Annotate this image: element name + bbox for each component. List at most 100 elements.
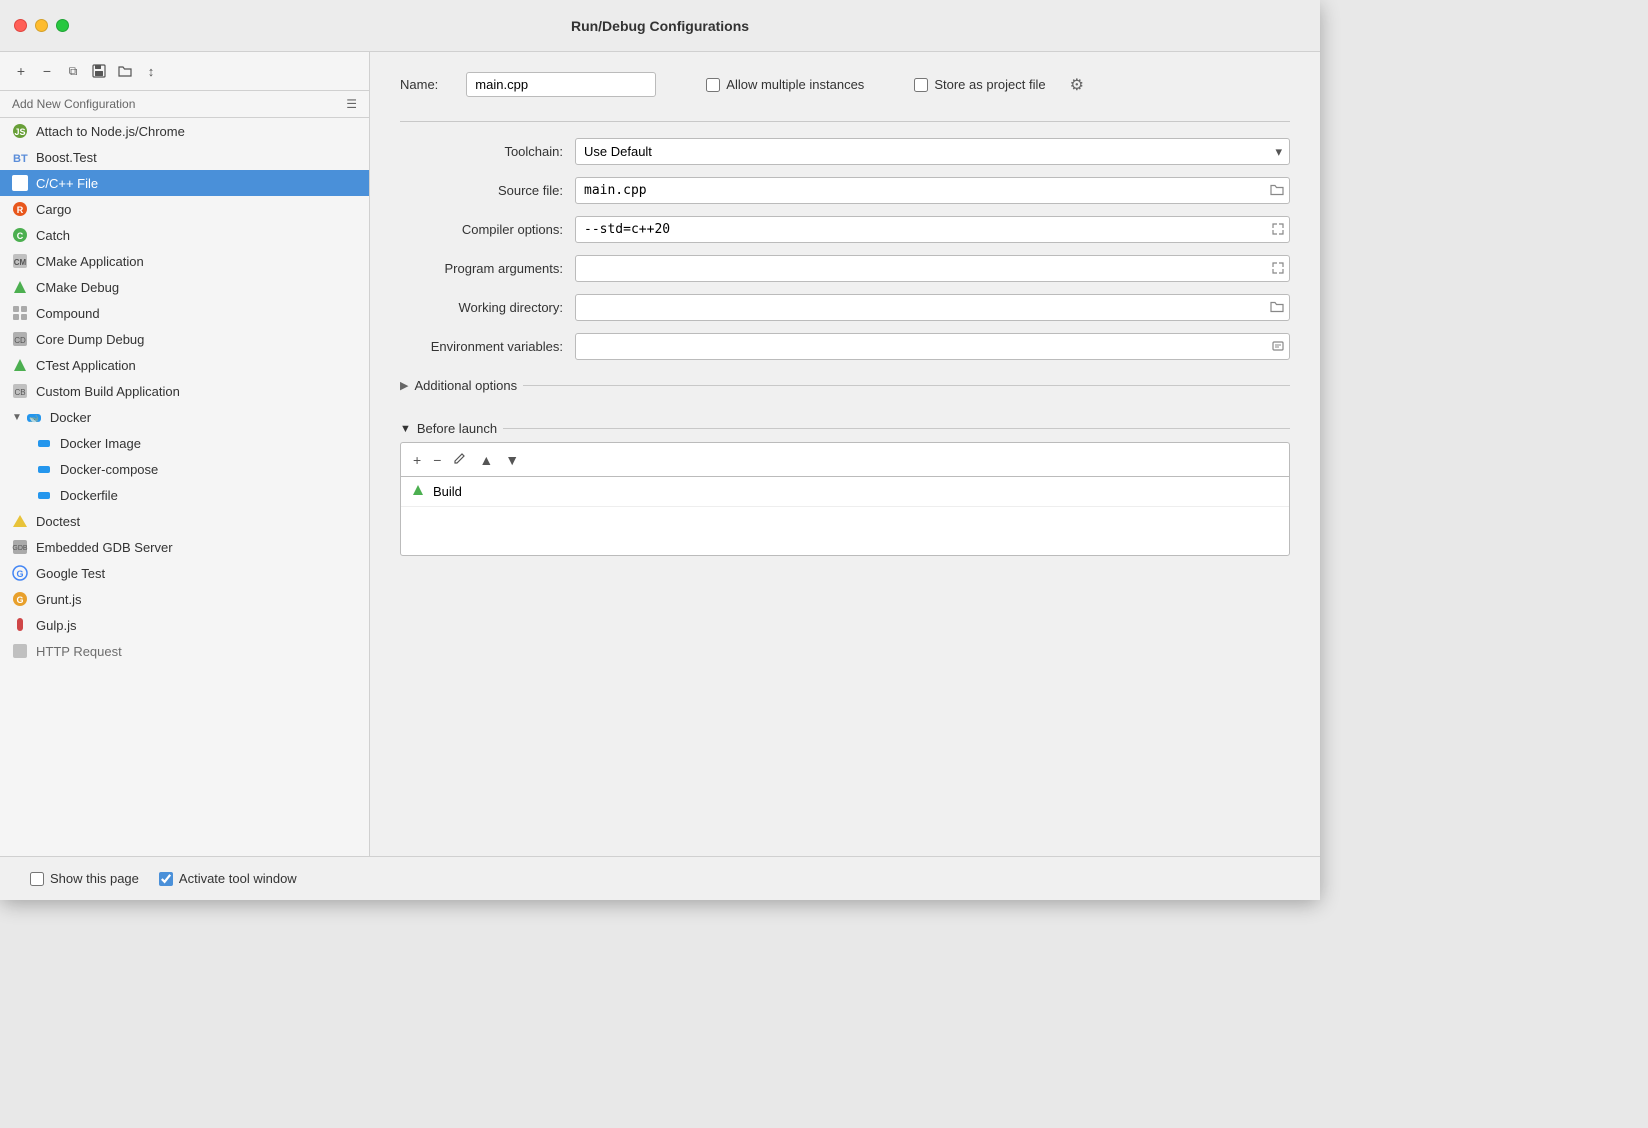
- additional-options-header[interactable]: ▶ Additional options: [400, 372, 1290, 399]
- before-launch-header[interactable]: ▼ Before launch: [400, 415, 1290, 442]
- sidebar-item-label: CMake Application: [36, 254, 144, 269]
- settings-gear-button[interactable]: ⚙: [1066, 75, 1088, 95]
- show-page-label: Show this page: [50, 871, 139, 886]
- show-page-checkbox[interactable]: [30, 872, 44, 886]
- sidebar-item-docker-image[interactable]: Docker Image: [0, 430, 369, 456]
- sidebar-item-core-dump[interactable]: CD Core Dump Debug: [0, 326, 369, 352]
- sidebar-item-cmake-app[interactable]: CM CMake Application: [0, 248, 369, 274]
- sidebar-item-label: Docker-compose: [60, 462, 158, 477]
- catch-icon: C: [12, 227, 28, 243]
- sidebar-item-google-test[interactable]: G Google Test: [0, 560, 369, 586]
- program-args-row: Program arguments:: [400, 255, 1290, 282]
- open-folder-button[interactable]: [114, 60, 136, 82]
- sidebar-item-dockerfile[interactable]: Dockerfile: [0, 482, 369, 508]
- sidebar-item-doctest[interactable]: Doctest: [0, 508, 369, 534]
- copy-config-button[interactable]: ⧉: [62, 60, 84, 82]
- bl-move-down-button[interactable]: ▼: [501, 450, 523, 470]
- working-dir-folder-icon[interactable]: [1270, 299, 1284, 316]
- sidebar-item-cargo[interactable]: R Cargo: [0, 196, 369, 222]
- sidebar-item-http-request[interactable]: HTTP Request: [0, 638, 369, 664]
- compiler-options-wrapper: [575, 216, 1290, 243]
- sidebar-item-label: C/C++ File: [36, 176, 98, 191]
- docker-icon: 🐋: [26, 409, 42, 425]
- store-project-group: Store as project file: [914, 77, 1045, 92]
- http-icon: [12, 643, 28, 659]
- before-launch-toolbar: + − ▲ ▼: [400, 442, 1290, 476]
- bl-edit-button[interactable]: [449, 449, 471, 470]
- sidebar-toolbar: + − ⧉ ↕: [0, 52, 369, 91]
- close-button[interactable]: [14, 19, 27, 32]
- env-vars-edit-icon[interactable]: [1272, 339, 1284, 355]
- maximize-button[interactable]: [56, 19, 69, 32]
- compiler-options-row: Compiler options:: [400, 216, 1290, 243]
- source-file-folder-icon[interactable]: [1270, 182, 1284, 199]
- cmake-debug-icon: [12, 279, 28, 295]
- program-args-input[interactable]: [575, 255, 1290, 282]
- minimize-button[interactable]: [35, 19, 48, 32]
- before-launch-list: Build: [400, 476, 1290, 556]
- google-test-icon: G: [12, 565, 28, 581]
- sidebar-item-label: Boost.Test: [36, 150, 97, 165]
- main-content: + − ⧉ ↕ Add New Configuration ☰: [0, 52, 1320, 856]
- allow-multiple-checkbox[interactable]: [706, 78, 720, 92]
- dockerfile-icon: [36, 487, 52, 503]
- env-vars-row: Environment variables:: [400, 333, 1290, 360]
- bl-remove-button[interactable]: −: [429, 450, 445, 470]
- add-config-button[interactable]: +: [10, 60, 32, 82]
- env-vars-input[interactable]: [575, 333, 1290, 360]
- docker-compose-icon: [36, 461, 52, 477]
- sidebar-item-custom-build[interactable]: CB Custom Build Application: [0, 378, 369, 404]
- program-args-expand-icon[interactable]: [1272, 261, 1284, 277]
- env-vars-label: Environment variables:: [400, 339, 575, 354]
- sidebar-item-label: Gulp.js: [36, 618, 76, 633]
- sidebar-item-label: Docker Image: [60, 436, 141, 451]
- sidebar-item-docker[interactable]: ▼ 🐋 Docker: [0, 404, 369, 430]
- sidebar-item-docker-compose[interactable]: Docker-compose: [0, 456, 369, 482]
- source-file-row: Source file:: [400, 177, 1290, 204]
- sidebar-item-catch[interactable]: C Catch: [0, 222, 369, 248]
- store-project-checkbox[interactable]: [914, 78, 928, 92]
- sidebar-item-attach-nodejs[interactable]: JS Attach to Node.js/Chrome: [0, 118, 369, 144]
- svg-text:G: G: [16, 569, 23, 579]
- before-launch-title: Before launch: [417, 421, 497, 436]
- sidebar-item-gulp[interactable]: Gulp.js: [0, 612, 369, 638]
- save-config-button[interactable]: [88, 60, 110, 82]
- sidebar-item-boost-test[interactable]: BT Boost.Test: [0, 144, 369, 170]
- program-args-label: Program arguments:: [400, 261, 575, 276]
- right-panel: Name: Allow multiple instances Store as …: [370, 52, 1320, 856]
- sidebar-item-label: HTTP Request: [36, 644, 122, 659]
- docker-image-icon: [36, 435, 52, 451]
- toolchain-label: Toolchain:: [400, 144, 575, 159]
- cpp-icon: C++: [12, 175, 28, 191]
- sidebar-item-ctest[interactable]: CTest Application: [0, 352, 369, 378]
- sidebar-item-label: Grunt.js: [36, 592, 82, 607]
- working-dir-input[interactable]: [575, 294, 1290, 321]
- additional-options-arrow-icon: ▶: [400, 379, 408, 392]
- toolchain-select[interactable]: Use Default: [575, 138, 1290, 165]
- sidebar-item-label: Custom Build Application: [36, 384, 180, 399]
- cmake-app-icon: CM: [12, 253, 28, 269]
- compiler-options-input[interactable]: [575, 216, 1290, 243]
- before-launch-build-item[interactable]: Build: [401, 477, 1289, 507]
- compiler-options-expand-icon[interactable]: [1272, 222, 1284, 238]
- toolchain-dropdown-wrapper: Use Default ▾: [575, 138, 1290, 165]
- source-file-input[interactable]: [575, 177, 1290, 204]
- show-page-group: Show this page: [30, 871, 139, 886]
- program-args-wrapper: [575, 255, 1290, 282]
- doctest-icon: [12, 513, 28, 529]
- sidebar-item-cmake-debug[interactable]: CMake Debug: [0, 274, 369, 300]
- bl-move-up-button[interactable]: ▲: [475, 450, 497, 470]
- sort-button[interactable]: ↕: [140, 60, 162, 82]
- cargo-icon: R: [12, 201, 28, 217]
- svg-text:C: C: [17, 231, 24, 241]
- sidebar-item-grunt[interactable]: G Grunt.js: [0, 586, 369, 612]
- sidebar-item-compound[interactable]: Compound: [0, 300, 369, 326]
- name-input[interactable]: [466, 72, 656, 97]
- sidebar-item-cpp-file[interactable]: C++ C/C++ File: [0, 170, 369, 196]
- bl-add-button[interactable]: +: [409, 450, 425, 470]
- svg-text:BT: BT: [13, 153, 28, 165]
- remove-config-button[interactable]: −: [36, 60, 58, 82]
- activate-tool-checkbox[interactable]: [159, 872, 173, 886]
- sidebar-item-label: Compound: [36, 306, 100, 321]
- sidebar-item-embedded-gdb[interactable]: GDB Embedded GDB Server: [0, 534, 369, 560]
